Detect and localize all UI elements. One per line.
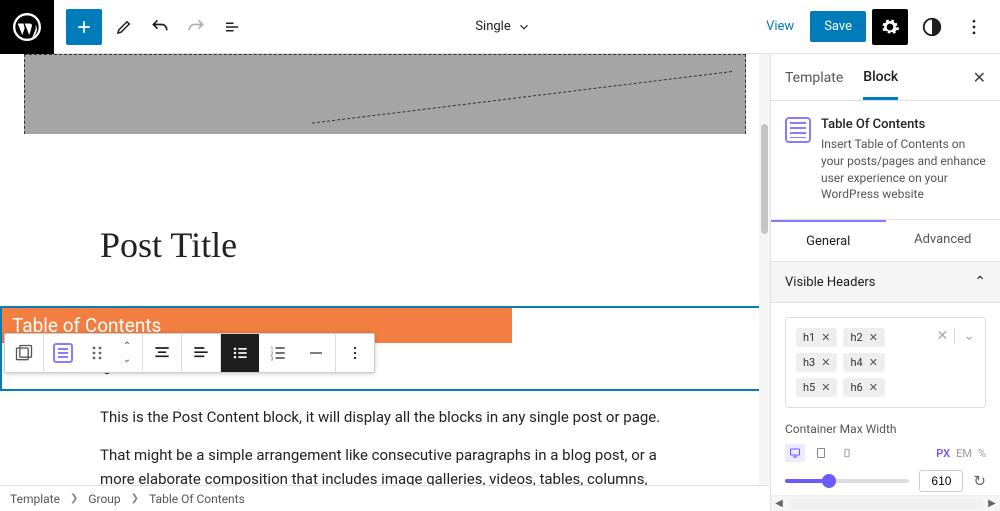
chevron-right-icon: ❯: [131, 493, 139, 504]
document-overview-button[interactable]: [214, 9, 250, 45]
list-style-bullet[interactable]: [221, 334, 259, 372]
device-desktop[interactable]: [785, 444, 805, 462]
container-width-label: Container Max Width: [785, 422, 986, 436]
top-toolbar: Single View Save: [0, 0, 1000, 54]
block-description: Table Of Contents Insert Table of Conten…: [771, 101, 1000, 220]
scrollbar-vertical[interactable]: [759, 54, 770, 511]
clear-all-icon[interactable]: ✕: [937, 328, 949, 344]
reset-button[interactable]: ↻: [973, 472, 986, 490]
justify-button[interactable]: [182, 334, 220, 372]
block-more-button[interactable]: [336, 334, 374, 372]
tab-block[interactable]: Block: [863, 55, 898, 100]
settings-sidebar: Template Block ✕ Table Of Contents Inser…: [770, 54, 1000, 511]
edit-tool[interactable]: [106, 9, 142, 45]
undo-button[interactable]: [142, 9, 178, 45]
chip-h4[interactable]: h4✕: [843, 353, 884, 372]
move-up-down[interactable]: ⌃⌄: [112, 334, 142, 372]
view-link[interactable]: View: [756, 11, 804, 42]
unit-pct[interactable]: %: [978, 447, 986, 460]
remove-icon: ✕: [821, 331, 830, 344]
editor-canvas: Post Title: [0, 54, 770, 511]
breadcrumb-item[interactable]: Group: [88, 492, 120, 506]
width-input[interactable]: [919, 470, 963, 492]
chevron-down-icon[interactable]: ⌄: [954, 328, 975, 344]
breadcrumb-item[interactable]: Template: [10, 492, 60, 506]
block-title: Table Of Contents: [821, 117, 986, 132]
placeholder-banner[interactable]: [24, 54, 746, 134]
save-button[interactable]: Save: [810, 11, 866, 42]
chip-h3[interactable]: h3✕: [796, 353, 837, 372]
sidebar-scrollbar[interactable]: ◀▶: [771, 495, 1000, 511]
panel-visible-headers[interactable]: Visible Headers ⌃: [771, 262, 1000, 303]
chip-h1[interactable]: h1✕: [796, 328, 837, 347]
chevron-down-icon: [517, 20, 531, 34]
template-selector[interactable]: Single: [250, 19, 756, 34]
svg-text:3: 3: [271, 357, 274, 363]
width-slider[interactable]: [785, 479, 909, 483]
subtab-advanced[interactable]: Advanced: [886, 220, 1000, 261]
remove-icon: ✕: [821, 381, 830, 394]
block-toolbar: ⌃⌄: [4, 333, 375, 373]
styles-button[interactable]: [914, 9, 950, 45]
visible-headers-select[interactable]: h1✕ h2✕ h3✕ h4✕ h5✕ h6✕ ✕ ⌄: [785, 317, 986, 408]
remove-icon: ✕: [869, 356, 878, 369]
settings-button[interactable]: [872, 9, 908, 45]
paragraph[interactable]: This is the Post Content block, it will …: [100, 405, 670, 429]
redo-button[interactable]: [178, 9, 214, 45]
breadcrumb: Template ❯ Group ❯ Table Of Contents: [0, 485, 770, 511]
device-mobile[interactable]: [837, 444, 857, 462]
block-type-icon[interactable]: [44, 334, 82, 372]
align-button[interactable]: [143, 334, 181, 372]
remove-icon: ✕: [869, 381, 878, 394]
tab-template[interactable]: Template: [785, 56, 843, 98]
add-block-button[interactable]: [66, 9, 102, 45]
toc-icon: [785, 117, 811, 143]
list-style-none[interactable]: [297, 334, 335, 372]
chevron-right-icon: ❯: [70, 493, 78, 504]
post-title[interactable]: Post Title: [100, 224, 670, 266]
select-parent-button[interactable]: [5, 334, 43, 372]
chip-h2[interactable]: h2✕: [843, 328, 884, 347]
remove-icon: ✕: [821, 356, 830, 369]
subtab-general[interactable]: General: [771, 220, 886, 261]
chevron-up-icon: ⌃: [974, 274, 986, 290]
chip-h6[interactable]: h6✕: [843, 378, 884, 397]
remove-icon: ✕: [869, 331, 878, 344]
chip-h5[interactable]: h5✕: [796, 378, 837, 397]
template-label: Single: [475, 19, 510, 34]
unit-em[interactable]: EM: [956, 447, 972, 460]
device-tablet[interactable]: [811, 444, 831, 462]
more-menu-button[interactable]: [956, 9, 992, 45]
block-desc-text: Insert Table of Contents on your posts/p…: [821, 136, 986, 203]
unit-px[interactable]: PX: [936, 447, 950, 460]
close-sidebar-button[interactable]: ✕: [973, 68, 986, 87]
list-style-numbered[interactable]: 123: [259, 334, 297, 372]
wordpress-logo[interactable]: [0, 0, 54, 54]
drag-handle[interactable]: [82, 334, 112, 372]
breadcrumb-item[interactable]: Table Of Contents: [149, 492, 245, 506]
